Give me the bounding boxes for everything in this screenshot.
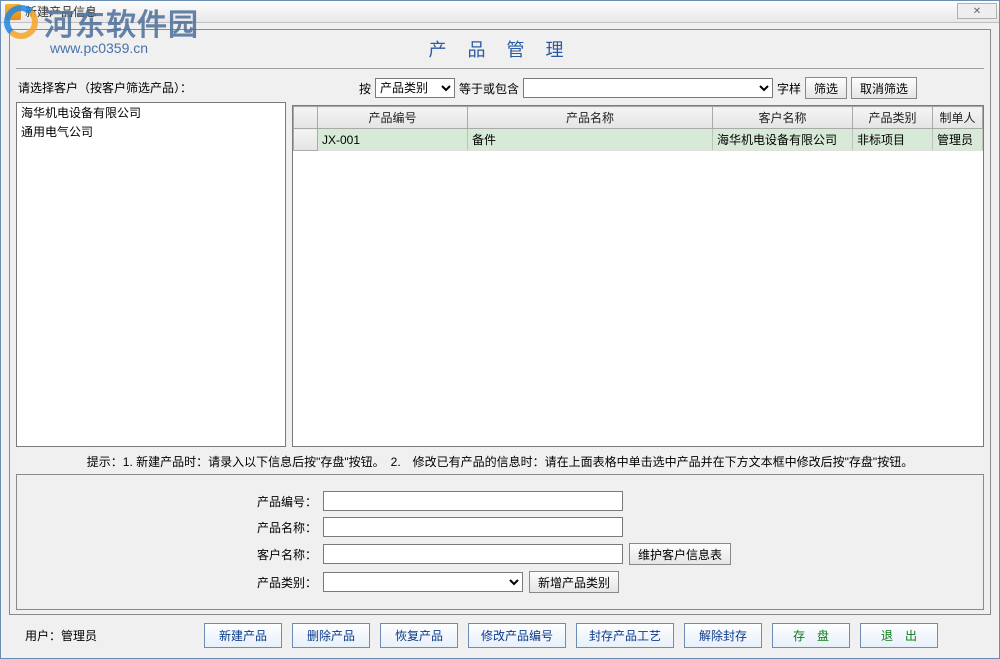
row-header-cell[interactable] [294,129,318,151]
app-window: 新建产品信息 ✕ 产 品 管 理 请选择客户（按客户筛选产品）： 海华机电设备有… [0,0,1000,659]
table-header-row: 产品编号 产品名称 客户名称 产品类别 制单人 [294,107,983,129]
col-category[interactable]: 产品类别 [853,107,933,129]
filter-value-select[interactable] [523,78,773,98]
edit-code-button[interactable]: 修改产品编号 [468,623,566,648]
cell-category[interactable]: 非标项目 [853,129,933,151]
app-icon [5,4,21,20]
col-creator[interactable]: 制单人 [933,107,983,129]
customer-panel: 请选择客户（按客户筛选产品）： 海华机电设备有限公司 通用电气公司 [16,73,286,447]
cell-code[interactable]: JX-001 [318,129,468,151]
upper-section: 请选择客户（按客户筛选产品）： 海华机电设备有限公司 通用电气公司 按 产品类别… [16,73,984,447]
close-button[interactable]: ✕ [957,3,997,19]
seal-button[interactable]: 封存产品工艺 [576,623,674,648]
exit-button[interactable]: 退 出 [860,623,938,648]
delete-product-button[interactable]: 删除产品 [292,623,370,648]
bottom-buttons: 新建产品 删除产品 恢复产品 修改产品编号 封存产品工艺 解除封存 存 盘 退 … [157,623,985,648]
col-customer[interactable]: 客户名称 [713,107,853,129]
titlebar: 新建产品信息 ✕ [1,1,999,23]
filter-op-label: 等于或包含 [459,80,519,97]
col-code[interactable]: 产品编号 [318,107,468,129]
customer-input[interactable] [323,544,623,564]
customer-listbox[interactable]: 海华机电设备有限公司 通用电气公司 [16,102,286,447]
filter-button[interactable]: 筛选 [805,77,847,99]
row-header-corner [294,107,318,129]
maintain-customer-button[interactable]: 维护客户信息表 [629,543,731,565]
table-row[interactable]: JX-001 备件 海华机电设备有限公司 非标项目 管理员 [294,129,983,151]
page-title: 产 品 管 理 [16,34,984,69]
restore-product-button[interactable]: 恢复产品 [380,623,458,648]
form-row-name: 产品名称： [57,517,943,537]
unseal-button[interactable]: 解除封存 [684,623,762,648]
col-name[interactable]: 产品名称 [468,107,713,129]
list-item[interactable]: 通用电气公司 [17,122,285,141]
category-select[interactable] [323,572,523,592]
name-input[interactable] [323,517,623,537]
window-title: 新建产品信息 [25,3,97,20]
code-label: 产品编号： [57,493,317,510]
list-item[interactable]: 海华机电设备有限公司 [17,103,285,122]
product-panel: 按 产品类别 等于或包含 字样 筛选 取消筛选 [292,73,984,447]
category-label: 产品类别： [57,574,317,591]
form-frame: 产品编号： 产品名称： 客户名称： 维护客户信息表 产品类别： [16,474,984,610]
filter-field-select[interactable]: 产品类别 [375,78,455,98]
filter-prefix: 按 [359,80,371,97]
cell-name[interactable]: 备件 [468,129,713,151]
filter-suffix: 字样 [777,80,801,97]
main-frame: 产 品 管 理 请选择客户（按客户筛选产品）： 海华机电设备有限公司 通用电气公… [9,29,991,615]
save-button[interactable]: 存 盘 [772,623,850,648]
customer-list-label: 请选择客户（按客户筛选产品）： [16,73,286,102]
hint-text: 提示：1. 新建产品时：请录入以下信息后按"存盘"按钮。 2. 修改已有产品的信… [16,447,984,474]
product-table: 产品编号 产品名称 客户名称 产品类别 制单人 JX- [293,106,983,151]
bottom-bar: 用户：管理员 新建产品 删除产品 恢复产品 修改产品编号 封存产品工艺 解除封存… [9,615,991,654]
name-label: 产品名称： [57,519,317,536]
cell-creator[interactable]: 管理员 [933,129,983,151]
new-product-button[interactable]: 新建产品 [204,623,282,648]
code-input[interactable] [323,491,623,511]
form-row-category: 产品类别： 新增产品类别 [57,571,943,593]
user-label: 用户：管理员 [15,627,145,644]
clear-filter-button[interactable]: 取消筛选 [851,77,917,99]
add-category-button[interactable]: 新增产品类别 [529,571,619,593]
form-row-code: 产品编号： [57,491,943,511]
form-row-customer: 客户名称： 维护客户信息表 [57,543,943,565]
filter-row: 按 产品类别 等于或包含 字样 筛选 取消筛选 [292,73,984,105]
cell-customer[interactable]: 海华机电设备有限公司 [713,129,853,151]
content-area: 产 品 管 理 请选择客户（按客户筛选产品）： 海华机电设备有限公司 通用电气公… [1,23,999,658]
customer-label: 客户名称： [57,546,317,563]
product-table-wrap[interactable]: 产品编号 产品名称 客户名称 产品类别 制单人 JX- [292,105,984,447]
